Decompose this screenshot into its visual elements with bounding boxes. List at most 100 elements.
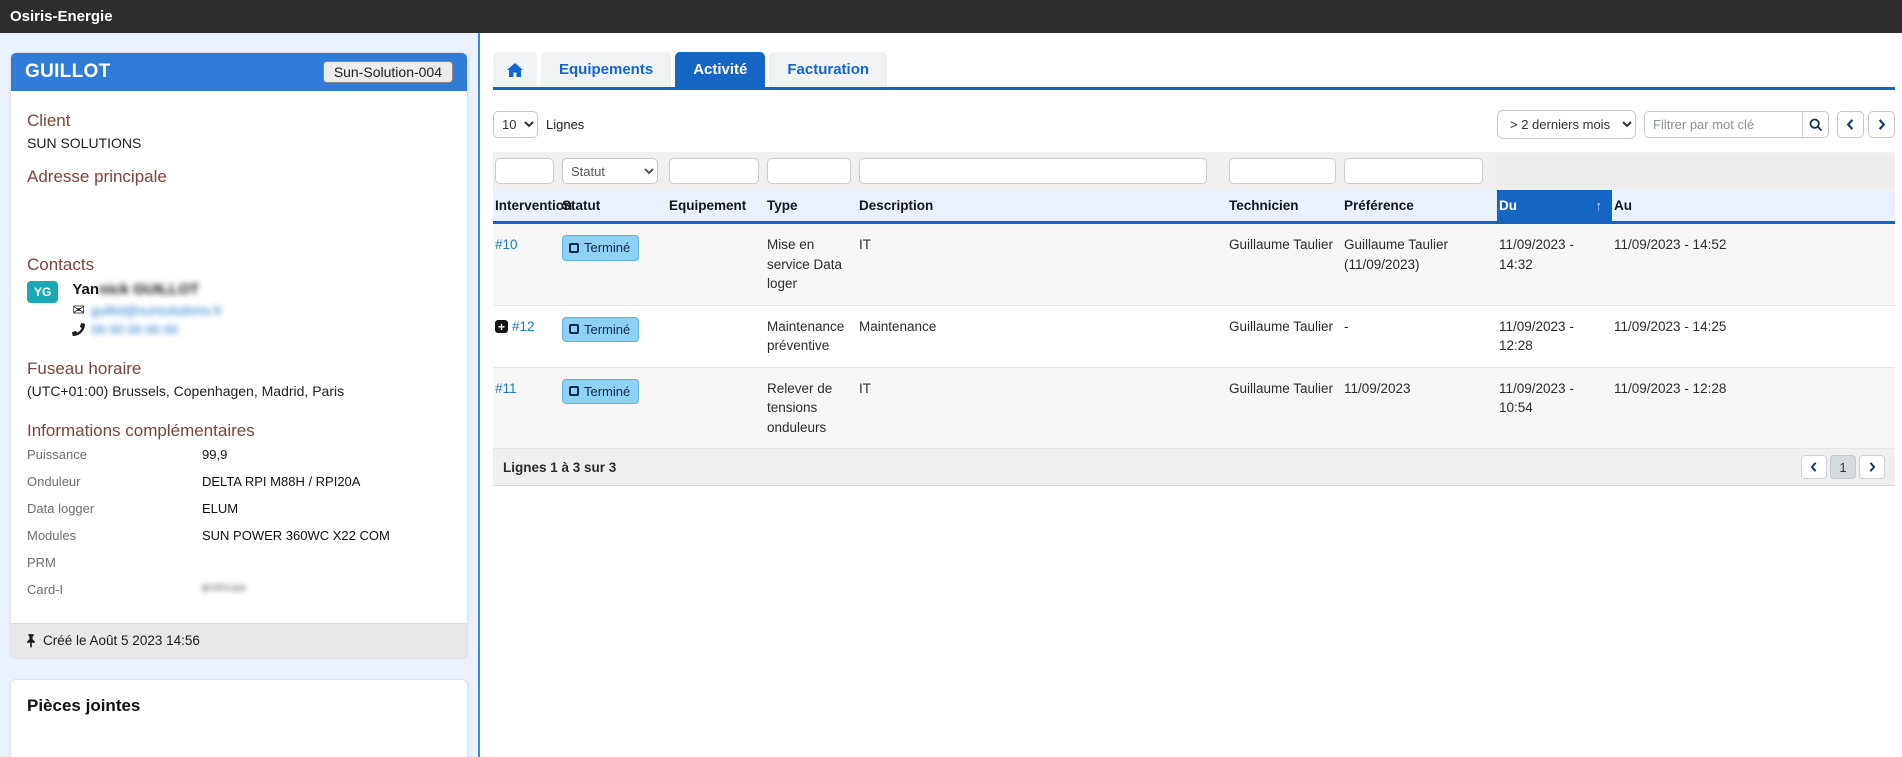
pagination-next-button[interactable] xyxy=(1859,455,1885,479)
intervention-link[interactable]: #10 xyxy=(495,237,518,252)
keyword-filter-group xyxy=(1644,111,1829,138)
cell-description: IT xyxy=(857,368,1227,449)
col-header-preference[interactable]: Préférence xyxy=(1342,190,1497,221)
pagination: 1 xyxy=(1801,455,1885,479)
attachments-card: Pièces jointes xyxy=(10,679,468,757)
table-row: #10 Terminé Mise en service Data loger I… xyxy=(493,224,1895,306)
cell-du: 11/09/2023 - 12:28 xyxy=(1497,306,1612,367)
pagination-prev-button[interactable] xyxy=(1801,455,1827,479)
cell-description: Maintenance xyxy=(857,306,1227,367)
pin-icon xyxy=(25,634,37,648)
table-footer: Lignes 1 à 3 sur 3 1 xyxy=(493,449,1895,486)
prev-page-button[interactable] xyxy=(1837,111,1864,138)
cell-du: 11/09/2023 - 14:32 xyxy=(1497,224,1612,305)
col-header-technicien[interactable]: Technicien xyxy=(1227,190,1342,221)
status-badge: Terminé xyxy=(562,317,639,343)
col-header-statut[interactable]: Statut xyxy=(560,190,667,221)
filter-type-input[interactable] xyxy=(767,158,851,184)
filter-au-empty xyxy=(1612,156,1895,186)
cell-equipement xyxy=(667,306,765,367)
search-icon xyxy=(1809,118,1823,132)
info-row: PRM xyxy=(27,555,451,582)
site-reference-badge: Sun-Solution-004 xyxy=(323,61,453,83)
page-size-select[interactable]: 10 xyxy=(493,111,538,138)
status-square-icon xyxy=(569,324,579,334)
search-button[interactable] xyxy=(1802,111,1829,138)
info-row: Card-I 615144 xyxy=(27,582,451,609)
created-date-text: Créé le Août 5 2023 14:56 xyxy=(43,633,200,648)
next-page-button[interactable] xyxy=(1868,111,1895,138)
status-badge: Terminé xyxy=(562,235,639,261)
col-header-type[interactable]: Type xyxy=(765,190,857,221)
contact-email-link[interactable]: guillot@sunsolutions.fr xyxy=(91,303,222,318)
contact-email-line: ✉ guillot@sunsolutions.fr xyxy=(72,301,222,319)
sort-asc-icon: ↑ xyxy=(1596,198,1603,213)
app-title: Osiris-Energie xyxy=(10,8,113,25)
contact-phone-link[interactable]: 06 00 00 00 00 xyxy=(91,322,178,337)
tab-home[interactable] xyxy=(493,52,537,87)
client-name: SUN SOLUTIONS xyxy=(27,135,451,151)
cell-type: Mise en service Data loger xyxy=(765,224,857,305)
created-date-strip: Créé le Août 5 2023 14:56 xyxy=(11,623,467,657)
info-row: Modules SUN POWER 360WC X22 COM xyxy=(27,528,451,555)
cell-du: 11/09/2023 - 10:54 xyxy=(1497,368,1612,449)
contacts-heading: Contacts xyxy=(27,255,451,275)
cell-preference: 11/09/2023 xyxy=(1342,368,1497,449)
cell-type: Relever de tensions onduleurs xyxy=(765,368,857,449)
tab-activite[interactable]: Activité xyxy=(675,52,765,87)
extra-info-list: Puissance 99,9 Onduleur DELTA RPI M88H /… xyxy=(27,447,451,609)
keyword-filter-input[interactable] xyxy=(1644,111,1802,138)
filter-equipement-input[interactable] xyxy=(669,158,759,184)
tab-bar: Equipements Activité Facturation xyxy=(493,52,1895,90)
info-row: Puissance 99,9 xyxy=(27,447,451,474)
filter-du-empty xyxy=(1497,156,1612,186)
col-header-intervention[interactable]: Intervention xyxy=(493,190,560,221)
sidebar: GUILLOT Sun-Solution-004 Client SUN SOLU… xyxy=(0,33,480,757)
info-row: Onduleur DELTA RPI M88H / RPI20A xyxy=(27,474,451,501)
contact-avatar: YG xyxy=(27,281,58,303)
col-header-du[interactable]: Du ↑ xyxy=(1497,190,1612,221)
site-card: GUILLOT Sun-Solution-004 Client SUN SOLU… xyxy=(10,52,468,658)
cell-au: 11/09/2023 - 14:52 xyxy=(1612,224,1895,305)
cell-technicien: Guillaume Taulier xyxy=(1227,368,1342,449)
cell-description: IT xyxy=(857,224,1227,305)
envelope-icon: ✉ xyxy=(72,301,85,319)
timezone-heading: Fuseau horaire xyxy=(27,359,451,379)
tab-facturation[interactable]: Facturation xyxy=(769,52,887,87)
interventions-table: Statut Intervention Statut Equipement Ty… xyxy=(493,152,1895,486)
intervention-link[interactable]: #11 xyxy=(495,381,517,396)
tab-equipements[interactable]: Equipements xyxy=(541,52,671,87)
table-controls: 10 Lignes > 2 derniers mois xyxy=(493,110,1895,139)
home-icon xyxy=(507,63,523,77)
site-card-header: GUILLOT Sun-Solution-004 xyxy=(11,53,467,91)
lines-label: Lignes xyxy=(546,117,584,132)
site-title: GUILLOT xyxy=(25,61,110,83)
row-count-label: Lignes 1 à 3 sur 3 xyxy=(503,460,616,475)
filter-intervention-input[interactable] xyxy=(495,158,554,184)
contact-item: YG Yannick GUILLOT ✉ guillot@sunsolution… xyxy=(27,281,451,337)
timezone-value: (UTC+01:00) Brussels, Copenhagen, Madrid… xyxy=(27,383,451,399)
contact-phone-line: 06 00 00 00 00 xyxy=(72,322,222,337)
cell-equipement xyxy=(667,224,765,305)
pagination-page-1[interactable]: 1 xyxy=(1830,455,1856,479)
cell-equipement xyxy=(667,368,765,449)
attachments-heading: Pièces jointes xyxy=(11,680,467,716)
cell-preference: - xyxy=(1342,306,1497,367)
filter-description-input[interactable] xyxy=(859,158,1207,184)
expand-plus-icon[interactable]: + xyxy=(495,320,508,333)
extra-info-heading: Informations complémentaires xyxy=(27,421,451,441)
address-empty xyxy=(27,187,451,255)
table-body: #10 Terminé Mise en service Data loger I… xyxy=(493,224,1895,449)
col-header-equipement[interactable]: Equipement xyxy=(667,190,765,221)
filter-technicien-input[interactable] xyxy=(1229,158,1336,184)
filter-preference-input[interactable] xyxy=(1344,158,1483,184)
top-navbar: Osiris-Energie xyxy=(0,0,1902,33)
status-square-icon xyxy=(569,243,579,253)
period-filter-select[interactable]: > 2 derniers mois xyxy=(1497,110,1636,139)
intervention-link[interactable]: #12 xyxy=(512,319,535,334)
col-header-au[interactable]: Au xyxy=(1612,190,1895,221)
table-filter-row: Statut xyxy=(493,152,1895,190)
info-row: Data logger ELUM xyxy=(27,501,451,528)
col-header-description[interactable]: Description xyxy=(857,190,1227,221)
filter-statut-select[interactable]: Statut xyxy=(562,158,658,184)
